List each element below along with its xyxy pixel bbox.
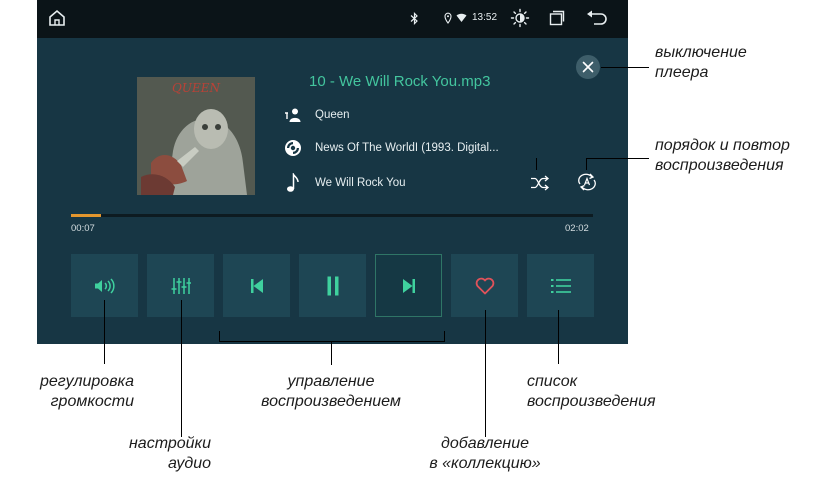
album-row: News Of The WorldI (1993. Digital... bbox=[284, 137, 499, 159]
home-icon[interactable] bbox=[47, 8, 67, 28]
brightness-icon[interactable] bbox=[510, 8, 530, 28]
callout-line-order bbox=[586, 158, 649, 159]
song-name: We Will Rock You bbox=[315, 177, 406, 189]
callout-line-playlist bbox=[558, 310, 559, 364]
heart-icon bbox=[475, 277, 494, 294]
callout-line-playback-left bbox=[219, 331, 220, 342]
progress-bar[interactable] bbox=[71, 214, 593, 217]
label-playlist: список воспроизведения bbox=[527, 372, 656, 412]
artist-name: Queen bbox=[315, 109, 350, 121]
callout-line-power bbox=[601, 67, 649, 68]
label-add-collection-line2: в «коллекцию» bbox=[429, 455, 541, 472]
label-audio-settings-line2: аудио bbox=[167, 455, 211, 472]
back-icon[interactable] bbox=[585, 9, 607, 27]
label-playback-control-line2: воспроизведением bbox=[261, 393, 401, 410]
label-volume-line1: регулировка bbox=[39, 373, 134, 390]
label-power-off: выключение плеера bbox=[655, 43, 747, 83]
callout-line-shuffle bbox=[536, 158, 537, 170]
label-playlist-line1: список bbox=[527, 373, 578, 390]
status-bar: 13:52 bbox=[37, 0, 628, 38]
music-player-panel: QUEEN 10 - We Will Rock You.mp3 Queen Ne… bbox=[37, 38, 628, 344]
progress-fill bbox=[71, 214, 102, 217]
time-elapsed: 00:07 bbox=[71, 223, 95, 234]
artist-row: Queen bbox=[284, 104, 350, 126]
label-power-off-line1: выключение bbox=[655, 44, 747, 61]
location-icon bbox=[444, 12, 452, 24]
label-playlist-line2: воспроизведения bbox=[527, 393, 656, 410]
previous-track-button[interactable] bbox=[223, 254, 290, 317]
repeat-icon bbox=[578, 173, 596, 191]
stage: 13:52 QUEEN 10 - We Will Rock You.mp3 Qu… bbox=[0, 0, 825, 481]
device-screen: 13:52 QUEEN 10 - We Will Rock You.mp3 Qu… bbox=[37, 0, 628, 344]
album-cover: QUEEN bbox=[137, 77, 255, 195]
label-play-order-line1: порядок и повтор bbox=[655, 137, 790, 154]
shuffle-icon bbox=[531, 175, 550, 191]
label-volume-line2: громкости bbox=[50, 393, 134, 410]
track-title: 10 - We Will Rock You.mp3 bbox=[309, 73, 491, 90]
label-power-off-line2: плеера bbox=[655, 64, 709, 81]
time-total: 02:02 bbox=[565, 223, 589, 234]
next-icon bbox=[402, 278, 415, 293]
album-name: News Of The WorldI (1993. Digital... bbox=[315, 142, 499, 154]
shuffle-button[interactable] bbox=[529, 172, 551, 194]
label-play-order-line2: воспроизведения bbox=[655, 157, 784, 174]
playlist-icon bbox=[550, 278, 571, 293]
album-icon bbox=[284, 139, 302, 157]
label-playback-control: управление воспроизведением bbox=[226, 372, 436, 412]
bluetooth-icon bbox=[410, 12, 419, 25]
recent-apps-icon[interactable] bbox=[548, 9, 566, 27]
callout-line-playback-down bbox=[331, 341, 332, 365]
pause-button[interactable] bbox=[299, 254, 366, 317]
label-audio-settings: настройки аудио bbox=[100, 434, 211, 474]
callout-line-volume bbox=[104, 300, 105, 364]
callout-line-collection bbox=[485, 310, 486, 437]
playlist-button[interactable] bbox=[527, 254, 594, 317]
close-player-button[interactable] bbox=[576, 55, 600, 79]
label-play-order: порядок и повтор воспроизведения bbox=[655, 136, 790, 176]
artist-icon bbox=[284, 106, 302, 124]
label-volume: регулировка громкости bbox=[8, 372, 134, 412]
callout-line-audio bbox=[181, 300, 182, 437]
label-add-collection: добавление в «коллекцию» bbox=[405, 434, 565, 474]
previous-icon bbox=[250, 278, 263, 293]
callout-line-playback-right bbox=[444, 331, 445, 342]
repeat-button[interactable] bbox=[576, 171, 598, 193]
close-icon bbox=[582, 61, 594, 73]
volume-icon bbox=[94, 277, 115, 294]
next-track-button[interactable] bbox=[375, 254, 442, 317]
label-playback-control-line1: управление bbox=[287, 373, 375, 390]
callout-line-playback bbox=[219, 341, 445, 342]
note-icon bbox=[284, 173, 302, 192]
label-audio-settings-line1: настройки bbox=[129, 435, 211, 452]
equalizer-icon bbox=[171, 277, 191, 294]
pause-icon bbox=[327, 276, 338, 295]
label-add-collection-line1: добавление bbox=[441, 435, 529, 452]
wifi-icon bbox=[456, 13, 467, 23]
clock: 13:52 bbox=[472, 12, 498, 23]
add-to-collection-button[interactable] bbox=[451, 254, 518, 317]
song-row: We Will Rock You bbox=[284, 172, 406, 194]
callout-line-repeat bbox=[586, 158, 587, 170]
